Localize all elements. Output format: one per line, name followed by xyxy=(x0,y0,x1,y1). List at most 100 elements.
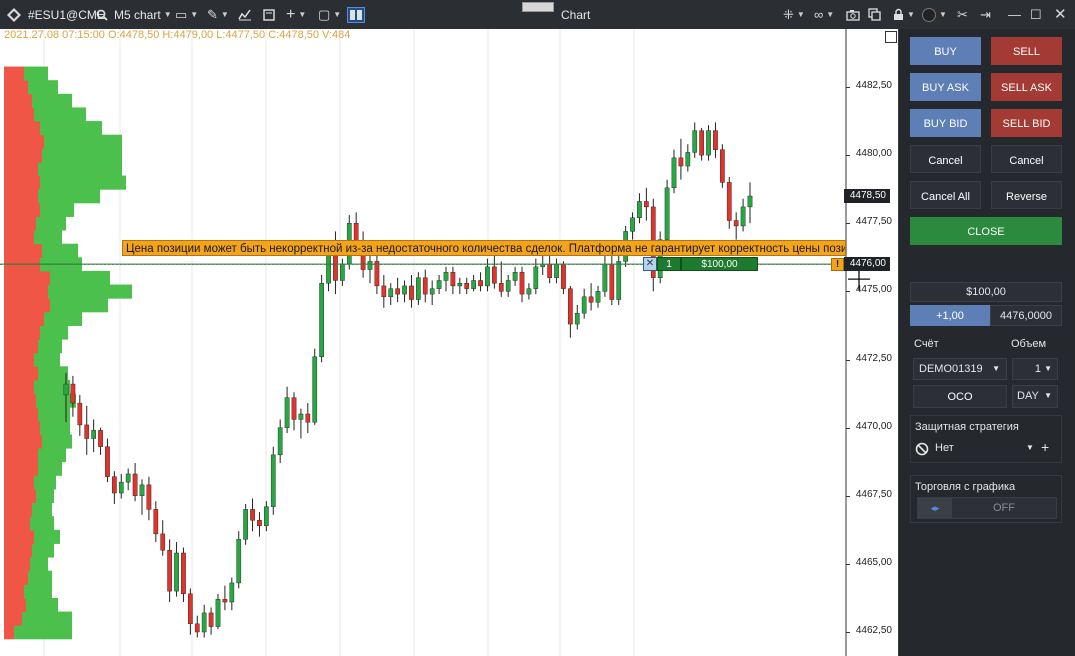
profile-buy-bar xyxy=(38,448,66,463)
candlesticks xyxy=(63,122,753,638)
profile-buy-bar xyxy=(32,93,72,108)
alert-icon[interactable]: ! xyxy=(831,258,844,271)
drag-handle[interactable] xyxy=(522,2,554,12)
tif-value: DAY xyxy=(1017,390,1039,402)
drawing-tools-dropdown[interactable]: ✎ ▼ xyxy=(207,0,229,29)
cancel-all-button[interactable]: Cancel All xyxy=(910,181,981,209)
candle-up xyxy=(443,272,449,281)
color-dropdown[interactable]: ▼ xyxy=(922,0,947,29)
profile-sell-bar xyxy=(4,570,28,585)
account-select[interactable]: DEMO01319 ▼ xyxy=(913,358,1007,380)
indicators-button[interactable] xyxy=(238,0,252,29)
search-symbol-icon[interactable] xyxy=(96,0,108,29)
pencil-icon: ✎ xyxy=(207,7,218,22)
price-axis-tick xyxy=(846,155,850,157)
candle-up xyxy=(388,288,394,298)
link-dropdown[interactable]: ∞ ▼ xyxy=(814,0,834,29)
lock-dropdown[interactable]: ▼ xyxy=(893,0,915,29)
tif-select[interactable]: DAY ▼ xyxy=(1012,385,1058,408)
timeframe-dropdown[interactable]: M5 chart ▼ xyxy=(114,0,172,29)
price-axis-label: 4465,00 xyxy=(855,556,892,568)
candle-up xyxy=(685,152,691,167)
candle-down xyxy=(374,261,380,287)
profile-buy-bar xyxy=(32,502,52,517)
close-position-button[interactable]: CLOSE xyxy=(910,217,1062,245)
position-qty: 1 xyxy=(657,257,681,271)
candle-down xyxy=(609,263,615,300)
buy-ask-button[interactable]: BUY ASK xyxy=(910,73,981,101)
candle-down xyxy=(464,282,470,289)
buy-market-button[interactable]: BUY MARKET xyxy=(910,37,981,86)
profile-sell-bar xyxy=(4,243,42,258)
candle-up xyxy=(416,277,421,300)
candle-down xyxy=(478,280,483,287)
close-position-x-icon[interactable]: ✕ xyxy=(643,257,657,271)
app-logo-icon xyxy=(6,0,22,29)
candle-down xyxy=(720,149,725,183)
price-axis-tick xyxy=(846,359,850,361)
protection-strategy-select[interactable]: Нет ▼ + xyxy=(915,439,1057,458)
add-strategy-plus-icon[interactable]: + xyxy=(1041,439,1049,455)
candle-up xyxy=(118,481,124,494)
candle-up xyxy=(429,288,435,295)
duplicate-button[interactable] xyxy=(868,0,881,29)
candle-down xyxy=(733,220,739,227)
profile-sell-bar xyxy=(4,148,42,163)
crosshair-icon: ⁜ xyxy=(783,7,794,22)
reverse-button[interactable]: Reverse xyxy=(991,181,1062,209)
chart-style-dropdown[interactable]: ▭ ▼ xyxy=(175,0,198,29)
account-value: DEMO01319 xyxy=(919,363,983,375)
candle-down xyxy=(188,593,193,625)
profile-sell-bar xyxy=(4,270,50,286)
cancel-bids-button[interactable]: Cancel Bids xyxy=(910,145,981,195)
sell-market-button[interactable]: SELL MARKET xyxy=(991,37,1062,86)
candle-up xyxy=(277,427,283,456)
candle-down xyxy=(381,285,387,298)
close-button[interactable]: ✕ xyxy=(1054,0,1067,29)
trading-panel-toggle[interactable] xyxy=(347,0,365,29)
panel-toggle-icon xyxy=(347,6,365,23)
profile-buy-bar xyxy=(40,325,68,340)
profile-buy-bar xyxy=(30,557,48,572)
add-object-dropdown[interactable]: + ▼ xyxy=(286,0,306,29)
buy-bid-button[interactable]: BUY BID xyxy=(910,109,981,137)
pin-button[interactable]: ⇥ xyxy=(980,0,991,29)
symbol-label[interactable]: #ESU1@CME xyxy=(28,8,105,22)
price-axis-label: 4470,00 xyxy=(855,420,892,432)
account-label: Счёт xyxy=(914,338,939,350)
candle-up xyxy=(174,552,179,592)
profile-sell-bar xyxy=(4,625,14,640)
profile-buy-bar xyxy=(28,570,52,585)
price-axis-label: 4475,00 xyxy=(855,284,892,296)
profile-sell-bar xyxy=(4,475,34,490)
chart-trading-label: Торговля с графика xyxy=(915,481,1016,493)
screenshot-button[interactable] xyxy=(846,0,860,29)
candle-up xyxy=(326,253,331,284)
cancel-asks-button[interactable]: Cancel Asks xyxy=(991,145,1062,195)
volume-stepper[interactable]: 1 ▼ xyxy=(1012,358,1058,380)
settings-button[interactable]: ✂ xyxy=(957,0,968,29)
price-axis-label: 4482,50 xyxy=(855,80,892,91)
sell-ask-button[interactable]: SELL ASK xyxy=(991,73,1062,101)
title-bar: #ESU1@CME M5 chart ▼ ▭ ▼ ✎ ▼ + ▼ ▢ ▼ Chart ⁜ ▼… xyxy=(0,0,1075,30)
price-chart[interactable] xyxy=(0,29,898,656)
profile-sell-bar xyxy=(4,366,38,381)
window-layout-dropdown[interactable]: ▢ ▼ xyxy=(318,0,341,29)
profile-sell-bar xyxy=(4,189,38,204)
chevron-down-icon: ▼ xyxy=(190,10,199,19)
crosshair-dropdown[interactable]: ⁜ ▼ xyxy=(783,0,805,29)
chart-trading-toggle[interactable]: ◂▸ OFF xyxy=(917,497,1057,519)
profile-sell-bar xyxy=(4,80,28,95)
profile-buy-bar xyxy=(50,270,110,286)
profile-sell-bar xyxy=(4,448,38,463)
chart-settings-icon[interactable] xyxy=(885,31,897,43)
minimize-button[interactable]: — xyxy=(1008,0,1021,29)
position-order-tag[interactable]: ✕ 1 $100,00 xyxy=(643,257,758,271)
chart-area[interactable]: 2021.27.08 07:15:00 O:4478,50 H:4479,00 … xyxy=(0,29,898,656)
chevron-down-icon: ▼ xyxy=(220,10,229,19)
profile-buy-bar xyxy=(50,298,108,313)
oco-button[interactable]: OCO xyxy=(913,385,1007,408)
sell-bid-button[interactable]: SELL BID xyxy=(991,109,1062,137)
templates-button[interactable] xyxy=(263,0,275,29)
maximize-button[interactable]: ☐ xyxy=(1030,0,1042,29)
